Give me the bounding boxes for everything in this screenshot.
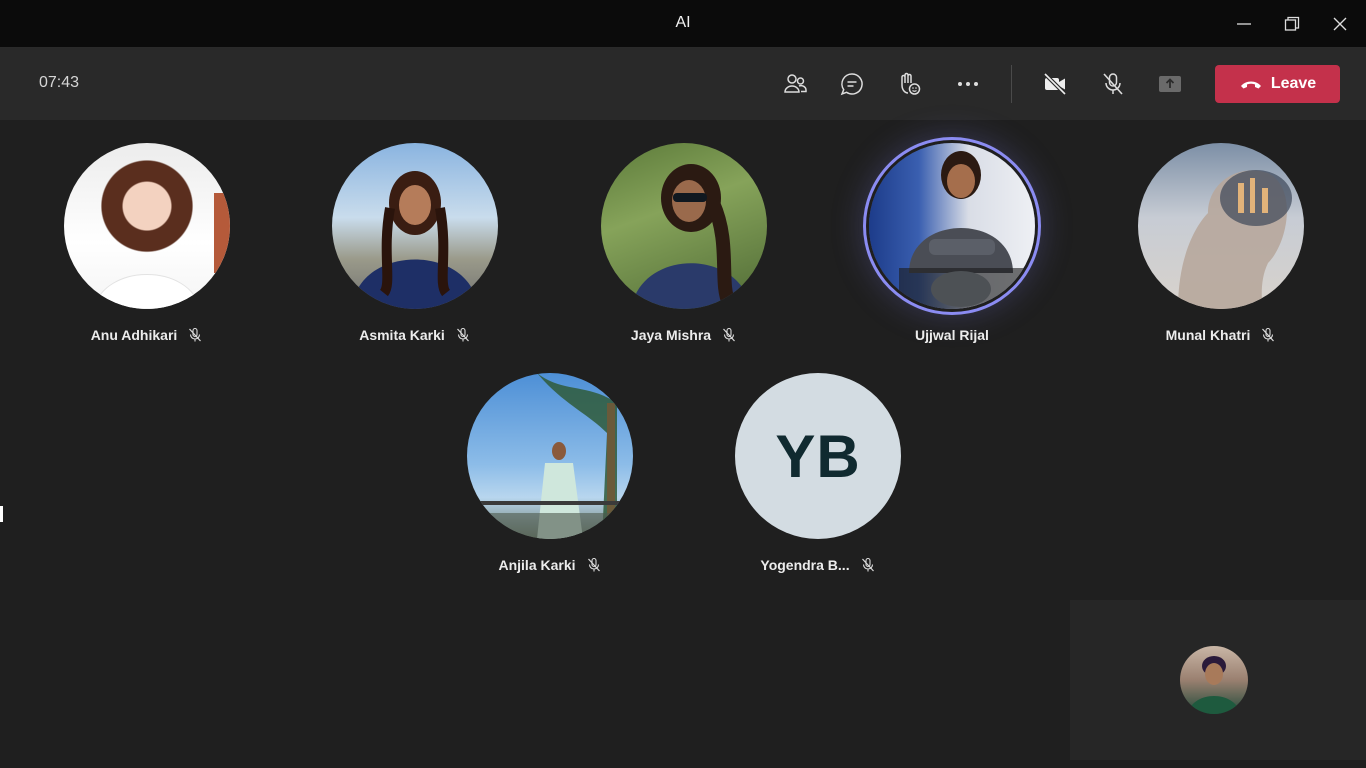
close-icon[interactable] xyxy=(1326,10,1354,38)
participant-name: Anjila Karki xyxy=(498,557,576,573)
self-view-panel[interactable] xyxy=(1070,600,1366,760)
participant-nameplate: Asmita Karki xyxy=(295,327,535,343)
participant-avatar xyxy=(332,143,498,309)
toolbar-divider xyxy=(1011,65,1012,103)
participant-nameplate: Ujjwal Rijal xyxy=(832,327,1072,343)
participant-name: Yogendra B... xyxy=(760,557,850,573)
participant-avatar xyxy=(869,143,1035,309)
mic-off-icon xyxy=(1103,73,1123,95)
reactions-button[interactable] xyxy=(891,66,927,102)
participant-name: Anu Adhikari xyxy=(90,327,178,343)
window-edge-marker xyxy=(0,506,3,522)
participant-tile[interactable]: Anjila Karki xyxy=(430,373,670,573)
mic-toggle-button[interactable] xyxy=(1095,66,1131,102)
minimize-icon[interactable] xyxy=(1230,10,1258,38)
chat-icon xyxy=(840,73,863,96)
mic-muted-icon xyxy=(456,327,469,342)
participant-name: Munal Khatri xyxy=(1165,327,1251,343)
participant-tile[interactable]: Jaya Mishra xyxy=(564,143,804,343)
participant-nameplate: Yogendra B... xyxy=(698,557,938,573)
participant-nameplate: Anjila Karki xyxy=(430,557,670,573)
meeting-toolbar: 07:43 Leave xyxy=(0,48,1366,120)
window-title: AI xyxy=(675,14,691,31)
camera-off-icon xyxy=(1043,72,1067,96)
leave-button[interactable]: Leave xyxy=(1215,65,1340,103)
participant-tile[interactable]: Munal Khatri xyxy=(1101,143,1341,343)
participant-initials: YB xyxy=(775,422,861,490)
restore-icon[interactable] xyxy=(1278,10,1306,38)
more-options-icon xyxy=(958,82,978,86)
mic-muted-icon xyxy=(1262,327,1275,342)
participants-icon xyxy=(784,74,807,93)
title-bar: AI xyxy=(0,0,1366,48)
participant-avatar xyxy=(64,143,230,309)
reactions-icon xyxy=(901,72,921,95)
mic-muted-icon xyxy=(189,327,202,342)
participant-avatar xyxy=(601,143,767,309)
participant-tile[interactable]: YB Yogendra B... xyxy=(698,373,938,573)
participant-name: Jaya Mishra xyxy=(630,327,712,343)
camera-toggle-button[interactable] xyxy=(1037,66,1073,102)
leave-label: Leave xyxy=(1270,75,1317,92)
share-screen-icon xyxy=(1159,76,1181,92)
participant-name: Ujjwal Rijal xyxy=(915,327,989,343)
participant-nameplate: Anu Adhikari xyxy=(27,327,267,343)
participant-avatar xyxy=(1138,143,1304,309)
more-options-button[interactable] xyxy=(950,66,986,102)
hang-up-icon xyxy=(1240,81,1261,89)
mic-muted-icon xyxy=(723,327,736,342)
mic-muted-icon xyxy=(587,557,600,572)
participant-avatar xyxy=(467,373,633,539)
self-avatar xyxy=(1180,646,1248,714)
meeting-timer: 07:43 xyxy=(39,74,80,91)
participant-avatar-initials: YB xyxy=(735,373,901,539)
participant-tile[interactable]: Anu Adhikari xyxy=(27,143,267,343)
participant-nameplate: Munal Khatri xyxy=(1101,327,1341,343)
share-screen-button[interactable] xyxy=(1152,66,1188,102)
participant-name: Asmita Karki xyxy=(359,327,445,343)
participant-nameplate: Jaya Mishra xyxy=(564,327,804,343)
mic-muted-icon xyxy=(861,557,874,572)
participants-button[interactable] xyxy=(777,66,813,102)
chat-button[interactable] xyxy=(834,66,870,102)
participant-tile-active-speaker[interactable]: Ujjwal Rijal xyxy=(832,143,1072,343)
participant-tile[interactable]: Asmita Karki xyxy=(295,143,535,343)
